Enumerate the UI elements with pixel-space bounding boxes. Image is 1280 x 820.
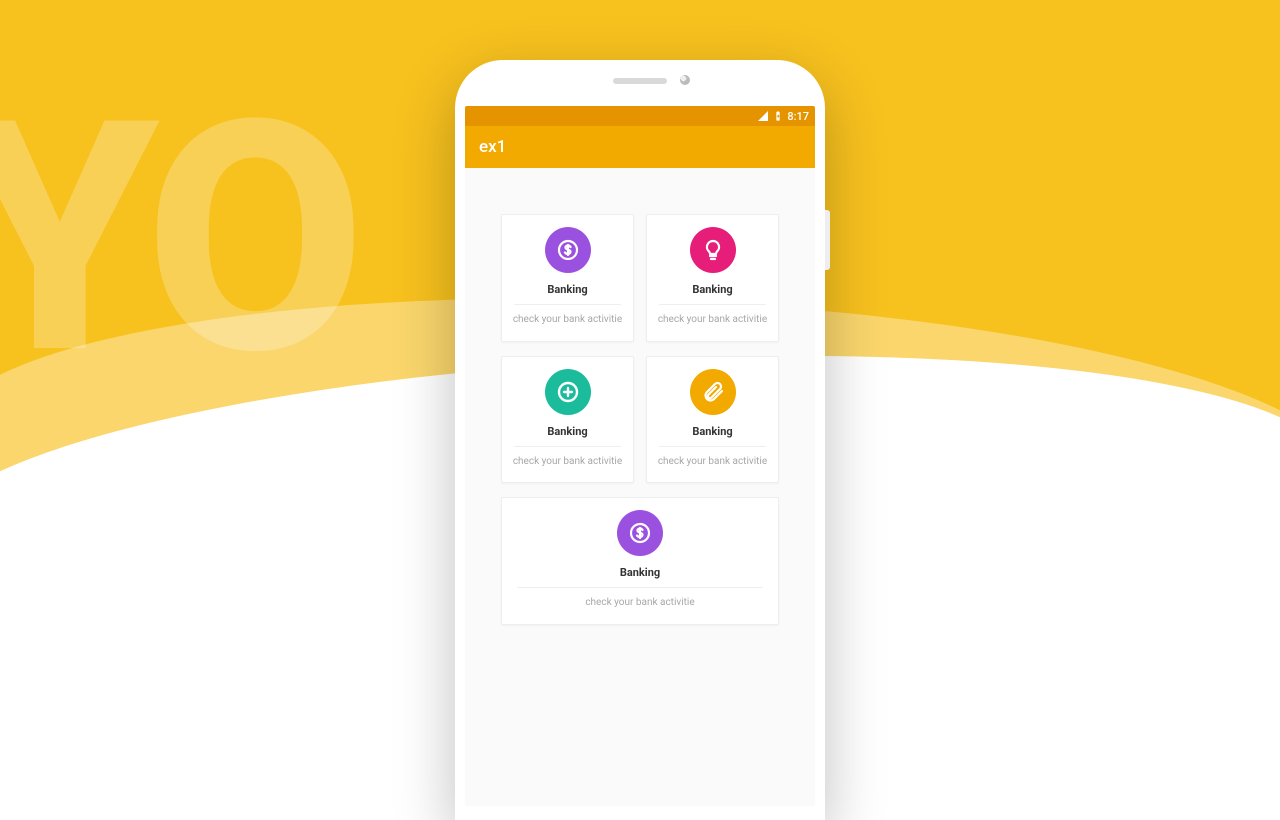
status-bar: 8:17 bbox=[465, 106, 815, 126]
feature-card[interactable]: Banking check your bank activitie bbox=[501, 214, 634, 342]
divider bbox=[517, 587, 763, 588]
card-subtitle: check your bank activitie bbox=[585, 596, 694, 610]
status-time: 8:17 bbox=[787, 110, 809, 123]
phone-speaker bbox=[613, 78, 667, 84]
battery-icon bbox=[773, 109, 783, 123]
card-title: Banking bbox=[547, 425, 587, 438]
divider bbox=[514, 304, 621, 305]
divider bbox=[659, 304, 766, 305]
paperclip-icon bbox=[690, 369, 736, 415]
card-subtitle: check your bank activitie bbox=[658, 313, 767, 327]
feature-card[interactable]: Banking check your bank activitie bbox=[646, 214, 779, 342]
screen-content: Banking check your bank activitie Banking… bbox=[465, 168, 815, 806]
feature-card[interactable]: Banking check your bank activitie bbox=[501, 497, 779, 625]
dollar-icon bbox=[617, 510, 663, 556]
divider bbox=[514, 446, 621, 447]
card-title: Banking bbox=[692, 283, 732, 296]
card-subtitle: check your bank activitie bbox=[513, 313, 622, 327]
card-title: Banking bbox=[547, 283, 587, 296]
signal-icon bbox=[757, 110, 769, 122]
phone-mockup: 8:17 ex1 Banking check your bank activiti… bbox=[455, 60, 825, 820]
card-subtitle: check your bank activitie bbox=[658, 455, 767, 469]
app-bar: ex1 bbox=[465, 126, 815, 168]
divider bbox=[659, 446, 766, 447]
feature-card[interactable]: Banking check your bank activitie bbox=[646, 356, 779, 484]
app-screen: 8:17 ex1 Banking check your bank activiti… bbox=[465, 106, 815, 806]
app-title: ex1 bbox=[479, 137, 506, 157]
feature-card[interactable]: Banking check your bank activitie bbox=[501, 356, 634, 484]
card-subtitle: check your bank activitie bbox=[513, 455, 622, 469]
card-grid: Banking check your bank activitie Banking… bbox=[501, 214, 779, 625]
card-title: Banking bbox=[692, 425, 732, 438]
phone-camera bbox=[680, 75, 690, 85]
dollar-icon bbox=[545, 227, 591, 273]
bulb-icon bbox=[690, 227, 736, 273]
plus-circle-icon bbox=[545, 369, 591, 415]
card-title: Banking bbox=[620, 566, 660, 579]
